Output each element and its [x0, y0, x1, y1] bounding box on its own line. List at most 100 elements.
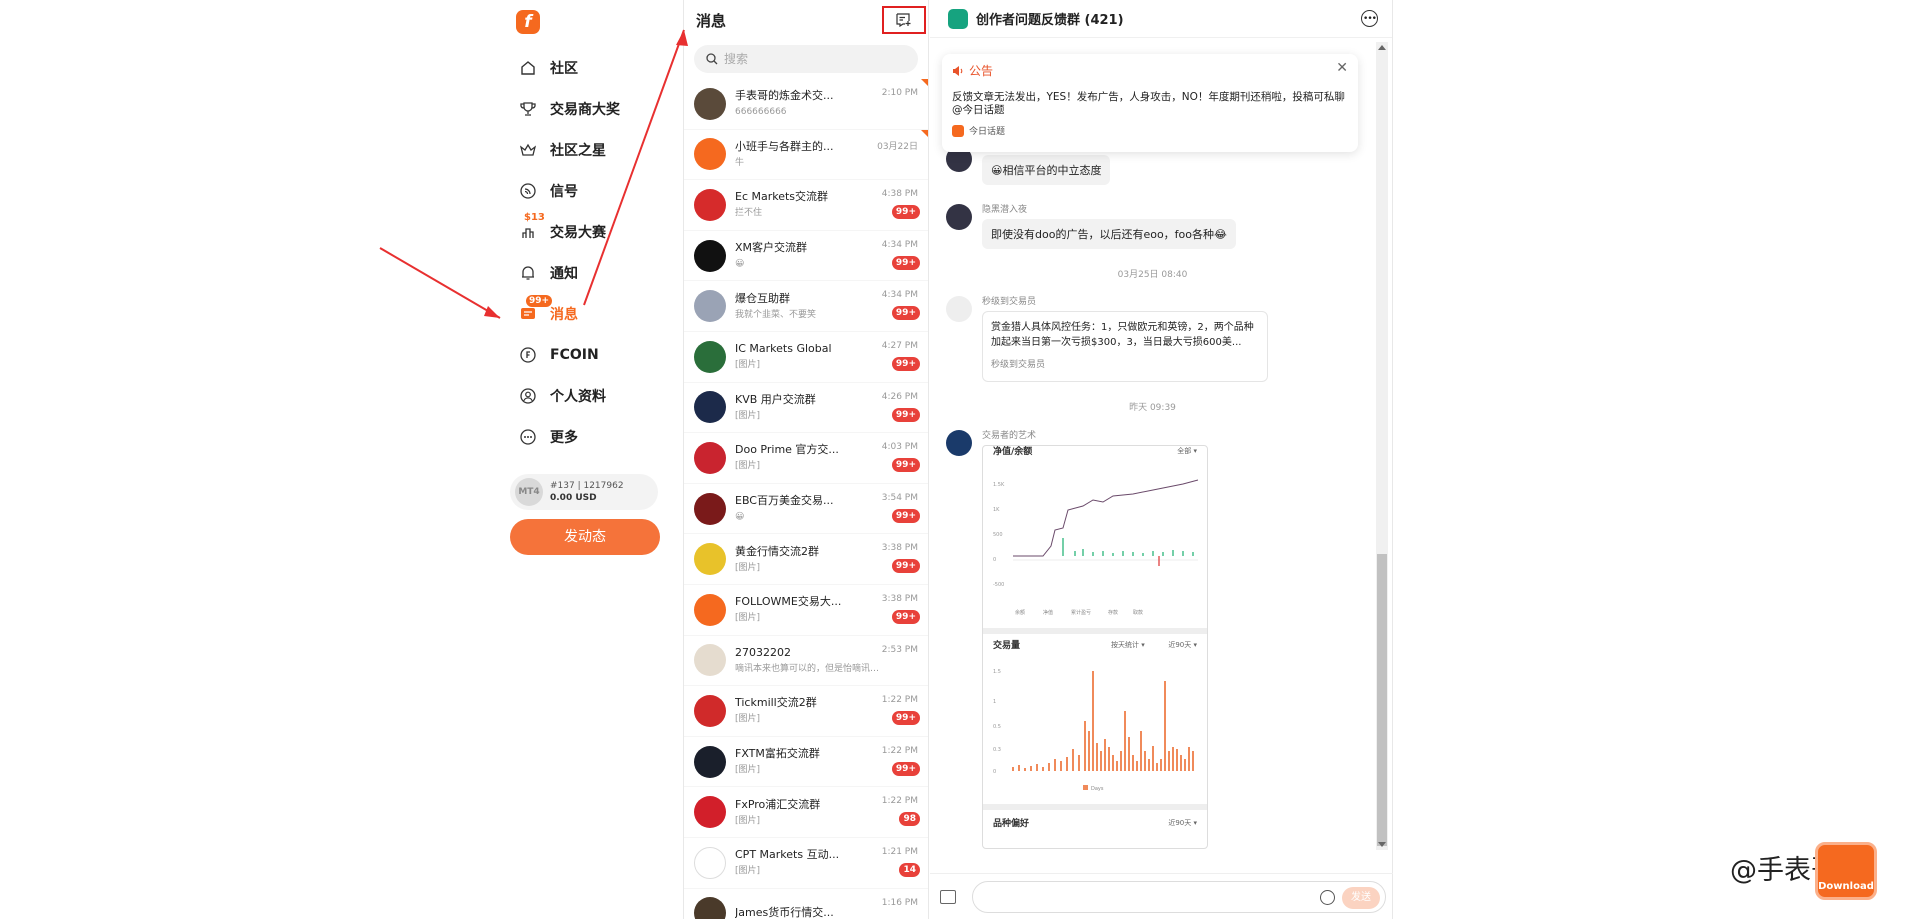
- avatar: [694, 796, 726, 829]
- chat-preview: [图片]: [735, 562, 761, 573]
- chat-list-item[interactable]: CPT Markets 互动... [图片] 1:21 PM 14: [684, 838, 928, 889]
- chat-name: EBC百万美金交易...: [735, 494, 834, 508]
- nav-item-notifications[interactable]: 通知: [518, 258, 668, 288]
- scrollbar-thumb[interactable]: [1377, 554, 1387, 846]
- chat-list-item[interactable]: EBC百万美金交易... 😀 3:54 PM 99+: [684, 484, 928, 535]
- chat-time: 4:26 PM: [881, 391, 918, 402]
- pinned-marker: [921, 129, 928, 137]
- chat-time: 2:10 PM: [881, 88, 918, 98]
- announcement-popup: 公告 ✕ 反馈文章无法发出，YES！发布广告，人身攻击，NO！年度期刊还稍啦，投…: [942, 54, 1358, 152]
- chat-list-item[interactable]: 爆仓互助群 我就个韭菜、不要笑 4:34 PM 99+: [684, 281, 928, 332]
- chat-list-panel: 消息 手表哥的炼金术交... 666666666 2:10 PM 小班手与各群主的..…: [683, 0, 929, 919]
- chat-list-item[interactable]: Tickmill交流2群 [图片] 1:22 PM 99+: [684, 686, 928, 737]
- nav-item-more[interactable]: 更多: [518, 422, 668, 452]
- chat-list-item[interactable]: IC Markets Global [图片] 4:27 PM 99+: [684, 332, 928, 383]
- image-upload-icon[interactable]: [940, 889, 956, 904]
- chat-list-item[interactable]: 手表哥的炼金术交... 666666666 2:10 PM: [684, 79, 928, 130]
- chat-name: KVB 用户交流群: [735, 392, 816, 406]
- avatar[interactable]: [946, 204, 972, 230]
- scroll-up-arrow[interactable]: [1378, 45, 1386, 50]
- scrollbar[interactable]: [1376, 42, 1388, 850]
- chat-list-item[interactable]: 27032202 嘀讯本来也算可以的，但是怡嘀讯下调... 2:53 PM: [684, 636, 928, 687]
- unread-badge: 98: [899, 812, 920, 827]
- message-input[interactable]: [983, 888, 1283, 903]
- chat-message: 隐黑潜入夜 即使没有doo的广告，以后还有eoo，foo各种😂: [946, 204, 1236, 249]
- nav-item-profile[interactable]: 个人资料: [518, 381, 668, 411]
- chat-name: 小班手与各群主的...: [735, 139, 834, 153]
- image-attachment[interactable]: 净值/余额 全部 ▾ 1.5K 1K 500 0 -500 余额 净值 累计盈亏…: [982, 445, 1208, 849]
- chat-preview: [图片]: [735, 360, 761, 371]
- chat-list-item[interactable]: James货币行情交... 1:16 PM: [684, 889, 928, 919]
- nav-item-messages[interactable]: 99+ 消息: [518, 295, 668, 329]
- chat-list-item[interactable]: Doo Prime 官方交... [图片] 4:03 PM 99+: [684, 433, 928, 484]
- group-icon: [948, 8, 968, 29]
- nav-item-broker-awards[interactable]: 交易商大奖: [518, 94, 668, 124]
- nav-item-trading-contest[interactable]: $13 交易大赛: [518, 212, 668, 247]
- avatar: [694, 340, 726, 373]
- nav-item-fcoin[interactable]: FCOIN: [518, 340, 668, 370]
- sender-name: 秒级到交易员: [982, 297, 1037, 307]
- chat-time: 1:16 PM: [881, 897, 918, 908]
- chat-list-item[interactable]: FXTM富拓交流群 [图片] 1:22 PM 99+: [684, 737, 928, 788]
- more-options-icon[interactable]: •••: [1361, 10, 1378, 27]
- nav-item-community[interactable]: 社区: [518, 53, 668, 83]
- chat-list-item[interactable]: 黄金行情交流2群 [图片] 3:38 PM 99+: [684, 534, 928, 585]
- chat-list-item[interactable]: XM客户交流群 😀 4:34 PM 99+: [684, 231, 928, 282]
- message-bubble: 即使没有doo的广告，以后还有eoo，foo各种😂: [982, 219, 1236, 249]
- account-switcher[interactable]: MT4 #137 | 1217962 0.00 USD: [510, 474, 658, 510]
- emoji-icon[interactable]: [1320, 889, 1335, 905]
- search-input[interactable]: [724, 52, 884, 66]
- chat-preview: 😀: [735, 512, 745, 523]
- chat-name: IC Markets Global: [735, 342, 832, 356]
- pinned-marker: [921, 79, 928, 86]
- unread-badge: 99+: [891, 306, 920, 321]
- chat-preview: [图片]: [735, 815, 761, 826]
- unread-badge: 99+: [891, 255, 920, 270]
- bell-icon: [518, 263, 538, 283]
- message-input-box[interactable]: 发送: [972, 880, 1386, 913]
- chat-list-item[interactable]: KVB 用户交流群 [图片] 4:26 PM 99+: [684, 383, 928, 434]
- scroll-down-arrow[interactable]: [1378, 842, 1386, 847]
- send-button[interactable]: 发送: [1342, 886, 1380, 909]
- chat-name: 黄金行情交流2群: [735, 544, 819, 558]
- chat-name: XM客户交流群: [735, 241, 808, 255]
- chat-list-title: 消息: [696, 11, 727, 30]
- avatar: [694, 543, 726, 576]
- search-box[interactable]: [694, 45, 918, 73]
- avatar: [694, 644, 726, 677]
- unread-badge: 99+: [891, 559, 920, 574]
- chat-list-item[interactable]: Ec Markets交流群 拦不住 4:38 PM 99+: [684, 180, 928, 231]
- unread-badge: 99+: [891, 407, 920, 422]
- legend-item: Days: [1091, 786, 1104, 792]
- chat-rows: 手表哥的炼金术交... 666666666 2:10 PM 小班手与各群主的... 牛 0…: [684, 79, 928, 919]
- chat-list-item[interactable]: FxPro浦汇交流群 [图片] 1:22 PM 98: [684, 787, 928, 838]
- avatar[interactable]: [946, 430, 972, 456]
- y-tick: 1: [993, 699, 996, 705]
- nav-item-signals[interactable]: 信号: [518, 176, 668, 206]
- avatar[interactable]: [946, 296, 972, 322]
- chat-list-item[interactable]: 小班手与各群主的... 牛 03月22日: [684, 129, 928, 181]
- legend-item: 取款: [1133, 609, 1143, 616]
- card-text: 赏金猎人具体风控任务：1，只做欧元和英镑，2，两个品种加起来当日第一次亏损$30…: [991, 322, 1254, 348]
- equity-chart: 1.5K 1K 500 0 -500 余额 净值 累计盈亏 存款 取款: [993, 479, 1199, 616]
- close-icon[interactable]: ✕: [1336, 60, 1348, 76]
- chat-list-item[interactable]: FOLLOWME交易大... [图片] 3:38 PM 99+: [684, 585, 928, 636]
- chat-time: 3:38 PM: [881, 543, 918, 554]
- chat-preview: 拦不住: [735, 208, 763, 219]
- nav-item-community-stars[interactable]: 社区之星: [518, 135, 668, 165]
- link-card[interactable]: 赏金猎人具体风控任务：1，只做欧元和英镑，2，两个品种加起来当日第一次亏损$30…: [982, 311, 1268, 382]
- avatar: [694, 239, 726, 272]
- chat-time: 1:22 PM: [881, 796, 918, 807]
- download-badge[interactable]: Download: [1815, 842, 1877, 900]
- post-button[interactable]: 发动态: [510, 519, 660, 555]
- unread-badge: 99+: [891, 609, 920, 624]
- y-tick: 1.5K: [993, 482, 1005, 488]
- unread-badge: 99+: [891, 711, 920, 726]
- chat-time: 4:34 PM: [881, 239, 918, 250]
- followme-logo[interactable]: f: [516, 10, 540, 34]
- avatar: [694, 694, 726, 727]
- chat-name: 27032202: [735, 645, 791, 659]
- more-icon: [518, 427, 538, 447]
- new-chat-button[interactable]: [882, 6, 926, 34]
- chat-preview: [图片]: [735, 866, 761, 877]
